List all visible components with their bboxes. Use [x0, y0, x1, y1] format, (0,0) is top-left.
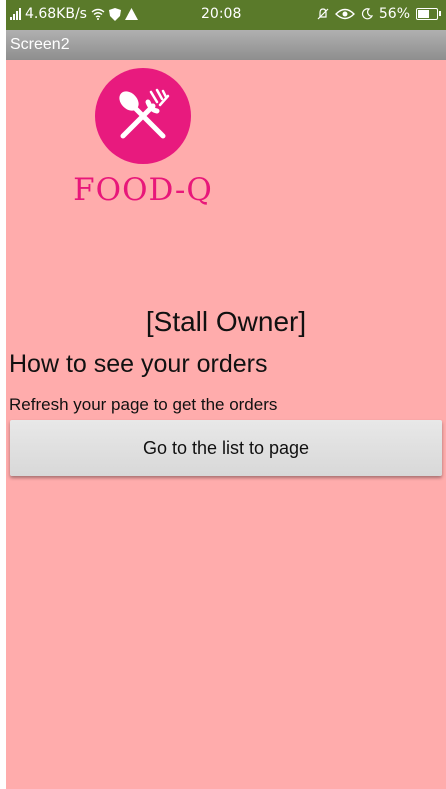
- eye-icon: [334, 8, 355, 20]
- status-bar: 4.68KB/s 20:08 56%: [6, 0, 446, 30]
- role-label: [Stall Owner]: [145, 306, 307, 337]
- clock: 20:08: [201, 6, 242, 22]
- go-to-list-button[interactable]: Go to the list to page: [10, 420, 442, 476]
- shield-icon: [108, 7, 121, 21]
- app-screen: 4.68KB/s 20:08 56% Screen2 FOOD-Q [Stall…: [6, 0, 446, 789]
- status-bar-right: 56%: [317, 6, 441, 22]
- signal-icon: [10, 8, 21, 20]
- title-bar: Screen2: [6, 30, 446, 60]
- wifi-icon: [91, 8, 105, 20]
- instruction-text: Refresh your page to get the orders: [9, 395, 278, 414]
- screen-title: Screen2: [10, 36, 70, 53]
- warning-icon: [124, 8, 138, 20]
- status-bar-left: 4.68KB/s: [10, 6, 138, 22]
- battery-icon: [416, 8, 441, 20]
- network-speed: 4.68KB/s: [25, 6, 87, 22]
- moon-icon: [361, 8, 373, 20]
- mute-icon: [317, 8, 329, 20]
- logo-text: FOOD-Q: [73, 172, 213, 208]
- fork-spoon-icon: [119, 88, 170, 139]
- logo: [95, 68, 191, 164]
- battery-percent: 56%: [378, 6, 410, 22]
- section-heading: How to see your orders: [9, 350, 268, 378]
